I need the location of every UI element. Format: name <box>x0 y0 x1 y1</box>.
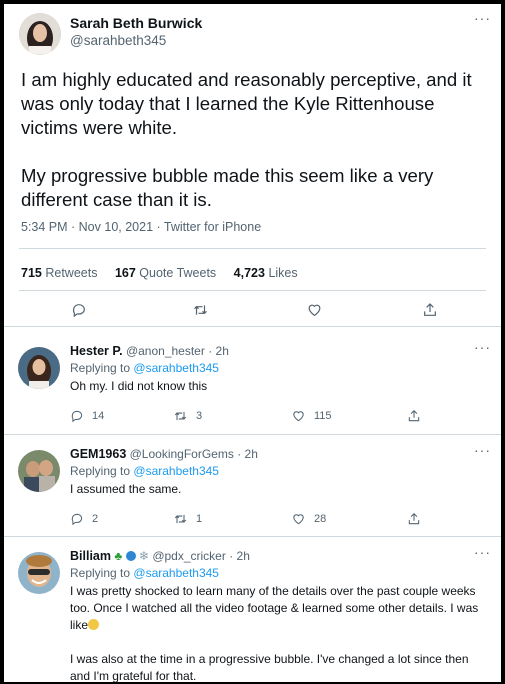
tweet-thread: Sarah Beth Burwick @sarahbeth345 ··· I a… <box>4 4 501 682</box>
likes-stat[interactable]: 4,723 Likes <box>234 266 298 280</box>
reply-count: 2 <box>92 513 99 525</box>
share-icon[interactable] <box>407 409 421 423</box>
avatar[interactable] <box>18 552 60 594</box>
tweet-stats: 715 Retweets 167 Quote Tweets 4,723 Like… <box>21 266 312 280</box>
reply-text: Oh my. I did not know this <box>70 378 490 412</box>
avatar[interactable] <box>18 347 60 389</box>
retweet-action[interactable]: 1 <box>173 512 202 526</box>
reply-author-name[interactable]: Hester P. <box>70 344 123 358</box>
replying-to-label: Replying to <box>70 464 131 478</box>
more-horizontal-icon[interactable]: ··· <box>474 442 491 458</box>
reply-action[interactable]: 2 <box>70 512 98 526</box>
quotes-stat[interactable]: 167 Quote Tweets <box>115 266 216 280</box>
reply-paragraph: I assumed the same. <box>70 482 182 496</box>
tweet-text: I am highly educated and reasonably perc… <box>21 68 491 236</box>
reply-header: GEM1963 @LookingForGems · 2h <box>70 447 258 461</box>
retweets-count: 715 <box>21 266 42 280</box>
tweet-timestamp[interactable]: 5:34 PM · Nov 10, 2021 · Twitter for iPh… <box>21 220 261 234</box>
quotes-label: Quote Tweets <box>139 266 217 280</box>
reply-tweet[interactable]: Hester P. @anon_hester · 2h ··· Replying… <box>4 337 501 437</box>
heart-icon[interactable] <box>306 302 323 318</box>
replying-to: Replying to @sarahbeth345 <box>70 361 219 375</box>
reply-header: Billiam ♣ ❄ @pdx_cricker · 2h <box>70 549 250 563</box>
reply-paragraph-text: I was pretty shocked to learn many of th… <box>70 584 479 632</box>
reply-actions: 14 3 115 <box>70 409 490 425</box>
replying-to-label: Replying to <box>70 361 131 375</box>
reply-count: 14 <box>92 410 105 422</box>
share-action[interactable] <box>407 512 421 526</box>
retweets-stat[interactable]: 715 Retweets <box>21 266 97 280</box>
shamrock-icon: ♣ <box>114 549 123 563</box>
reply-text: I was pretty shocked to learn many of th… <box>70 583 490 682</box>
author-name[interactable]: Sarah Beth Burwick <box>70 15 202 31</box>
author-handle[interactable]: @sarahbeth345 <box>70 33 166 48</box>
reply-time[interactable]: · 2h <box>208 344 229 358</box>
reply-paragraph: Oh my. I did not know this <box>70 379 208 393</box>
heart-icon[interactable] <box>291 409 306 423</box>
replying-to-handle[interactable]: @sarahbeth345 <box>133 464 219 478</box>
divider <box>19 290 486 291</box>
reply-actions: 2 1 28 <box>70 512 490 528</box>
main-tweet: Sarah Beth Burwick @sarahbeth345 ··· I a… <box>4 4 501 326</box>
like-action[interactable]: 115 <box>291 409 332 423</box>
likes-count: 4,723 <box>233 266 265 280</box>
retweet-action[interactable]: 3 <box>173 409 202 423</box>
share-action[interactable] <box>407 409 421 423</box>
divider <box>19 248 486 249</box>
retweet-count: 3 <box>196 410 203 422</box>
reply-header: Hester P. @anon_hester · 2h <box>70 344 229 358</box>
reply-paragraph: I was also at the time in a progressive … <box>70 652 469 682</box>
share-icon[interactable] <box>422 302 438 318</box>
reply-author-handle[interactable]: @LookingForGems <box>130 447 234 461</box>
reply-author-handle[interactable]: @anon_hester <box>126 344 205 358</box>
reply-icon[interactable] <box>70 512 84 526</box>
reply-author-name[interactable]: Billiam <box>70 549 111 563</box>
replying-to-handle[interactable]: @sarahbeth345 <box>133 361 219 375</box>
replying-to-handle[interactable]: @sarahbeth345 <box>133 566 219 580</box>
reply-author-handle[interactable]: @pdx_cricker <box>152 549 226 563</box>
retweet-icon[interactable] <box>173 512 188 526</box>
share-icon[interactable] <box>407 512 421 526</box>
heart-icon[interactable] <box>291 512 306 526</box>
likes-label: Likes <box>268 266 298 280</box>
reply-author-name[interactable]: GEM1963 <box>70 447 126 461</box>
more-horizontal-icon[interactable]: ··· <box>474 10 491 26</box>
divider <box>4 536 501 537</box>
reply-time[interactable]: · 2h <box>237 447 258 461</box>
reply-icon[interactable] <box>71 302 87 318</box>
reply-time[interactable]: · 2h <box>229 549 250 563</box>
reply-action[interactable]: 14 <box>70 409 104 423</box>
tweet-paragraph: My progressive bubble made this seem lik… <box>21 165 434 210</box>
retweet-count: 1 <box>196 513 203 525</box>
reply-tweet[interactable]: Billiam ♣ ❄ @pdx_cricker · 2h ··· Replyi… <box>4 542 501 682</box>
like-count: 28 <box>314 513 327 525</box>
more-horizontal-icon[interactable]: ··· <box>474 339 491 355</box>
replying-to: Replying to @sarahbeth345 <box>70 464 219 478</box>
replying-to-label: Replying to <box>70 566 131 580</box>
astonished-face-icon <box>88 619 100 630</box>
more-horizontal-icon[interactable]: ··· <box>474 544 491 560</box>
retweet-icon[interactable] <box>192 302 209 318</box>
snowflake-icon: ❄ <box>138 549 149 563</box>
retweets-label: Retweets <box>45 266 98 280</box>
earth-icon <box>125 551 136 561</box>
reply-paragraph: I was pretty shocked to learn many of th… <box>70 583 490 634</box>
reply-icon[interactable] <box>70 409 84 423</box>
retweet-icon[interactable] <box>173 409 188 423</box>
replying-to: Replying to @sarahbeth345 <box>70 566 219 580</box>
like-count: 115 <box>314 410 332 422</box>
tweet-paragraph: I am highly educated and reasonably perc… <box>21 69 472 138</box>
divider <box>4 326 501 327</box>
avatar[interactable] <box>18 450 60 492</box>
divider <box>4 434 501 435</box>
quotes-count: 167 <box>114 266 136 280</box>
like-action[interactable]: 28 <box>291 512 326 526</box>
avatar[interactable] <box>19 13 61 55</box>
reply-text: I assumed the same. <box>70 481 490 515</box>
reply-tweet[interactable]: GEM1963 @LookingForGems · 2h ··· Replyin… <box>4 440 501 540</box>
